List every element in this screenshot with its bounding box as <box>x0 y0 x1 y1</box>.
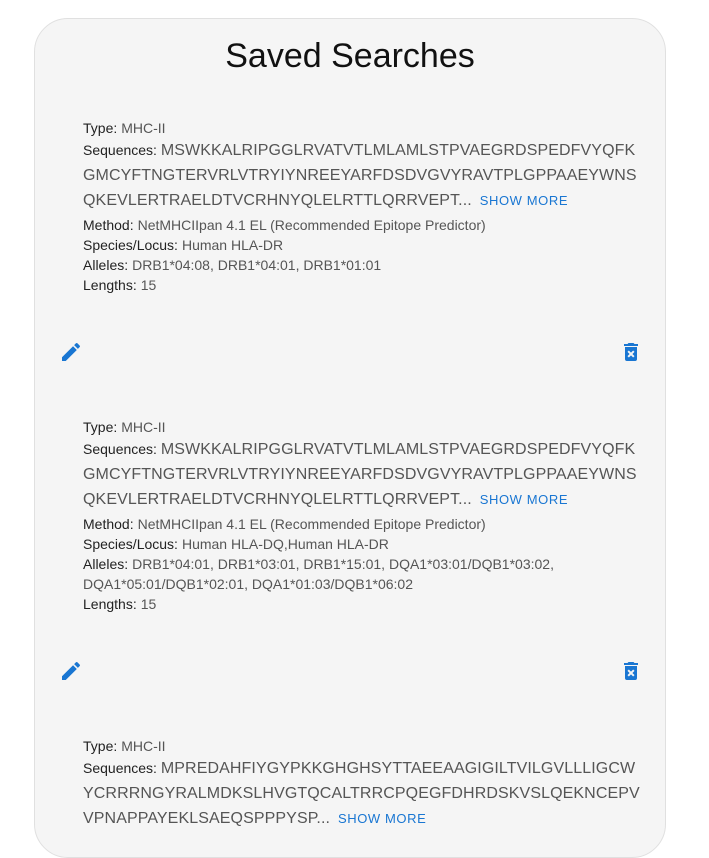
method-row: Method: NetMHCIIpan 4.1 EL (Recommended E… <box>83 217 486 233</box>
saved-search-item: Type: MHC-II Sequences: MSWKKALRIPGGLRVAT… <box>83 417 643 614</box>
show-more-button[interactable]: SHOW MORE <box>338 811 426 826</box>
delete-icon <box>624 343 638 361</box>
lengths-row: Lengths: 15 <box>83 277 157 293</box>
lengths-row: Lengths: 15 <box>83 596 157 612</box>
alleles-row: Alleles: DRB1*04:08, DRB1*04:01, DRB1*01:… <box>83 257 382 273</box>
type-row: Type: MHC-II <box>83 738 166 754</box>
page-title: Saved Searches <box>225 37 475 75</box>
saved-search-item: Type: MHC-II Sequences: MPREDAHFIYGYPKKGH… <box>83 736 643 831</box>
saved-searches-panel: Saved Searches Type: MHC-II Sequences: MS… <box>34 18 666 858</box>
alleles-row: Alleles: DRB1*04:01, DRB1*03:01, DRB1*15:… <box>83 556 554 592</box>
show-more-button[interactable]: SHOW MORE <box>480 193 568 208</box>
method-row: Method: NetMHCIIpan 4.1 EL (Recommended E… <box>83 516 486 532</box>
edit-button[interactable] <box>59 659 83 683</box>
saved-search-item: Type: MHC-II Sequences: MSWKKALRIPGGLRVAT… <box>83 118 643 295</box>
pencil-icon <box>62 342 81 361</box>
show-more-button[interactable]: SHOW MORE <box>480 492 568 507</box>
species-row: Species/Locus: Human HLA-DR <box>83 237 284 253</box>
sequences-row: Sequences: MSWKKALRIPGGLRVATVTLMLAMLSTPV… <box>83 441 637 508</box>
pencil-icon <box>62 661 81 680</box>
delete-button[interactable] <box>619 340 643 364</box>
edit-button[interactable] <box>59 340 83 364</box>
type-row: Type: MHC-II <box>83 419 166 435</box>
type-row: Type: MHC-II <box>83 120 166 136</box>
species-row: Species/Locus: Human HLA-DQ,Human HLA-DR <box>83 536 389 552</box>
delete-button[interactable] <box>619 659 643 683</box>
delete-icon <box>624 662 638 680</box>
sequences-row: Sequences: MSWKKALRIPGGLRVATVTLMLAMLSTPV… <box>83 142 637 209</box>
